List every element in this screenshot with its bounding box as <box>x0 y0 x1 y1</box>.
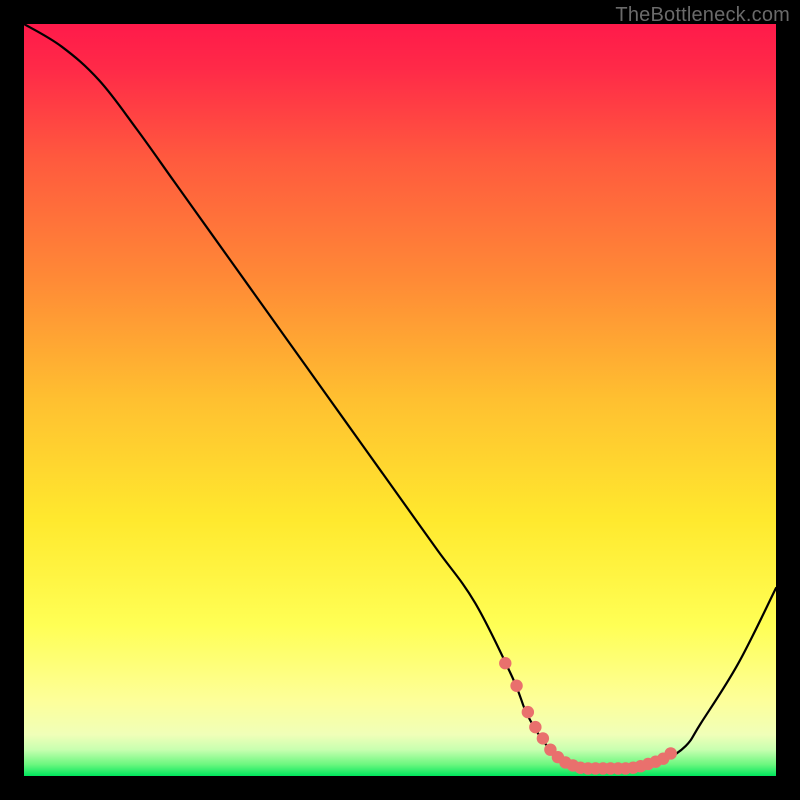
chart-frame: TheBottleneck.com <box>0 0 800 800</box>
optimal-marker <box>665 747 677 759</box>
optimal-marker <box>499 657 511 669</box>
watermark-text: TheBottleneck.com <box>615 4 790 27</box>
optimal-marker <box>510 680 522 692</box>
optimal-marker <box>522 706 534 718</box>
bottleneck-curve <box>24 24 776 769</box>
optimal-marker <box>529 721 541 733</box>
curve-layer <box>24 24 776 776</box>
plot-area <box>24 24 776 776</box>
optimal-marker <box>537 732 549 744</box>
optimal-range-markers <box>499 657 677 775</box>
